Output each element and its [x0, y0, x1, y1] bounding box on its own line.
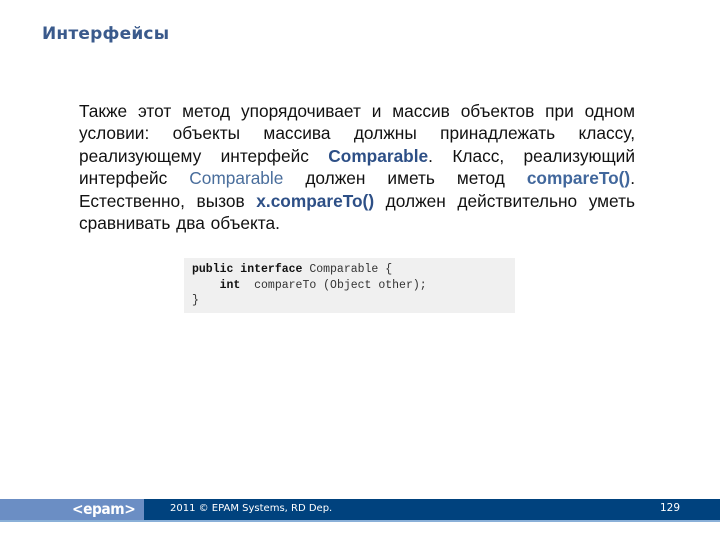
- epam-logo: <epam>: [72, 500, 136, 518]
- code-text: Comparable {: [302, 263, 393, 276]
- page-number: 129: [660, 502, 681, 514]
- highlight-x-compareto: x.compareTo(): [256, 190, 375, 211]
- paragraph-text: должен иметь метод: [283, 168, 527, 189]
- body-paragraph: Также этот метод упорядочивает и массив …: [79, 100, 635, 234]
- code-keyword: int: [219, 278, 241, 292]
- slide-title: Интерфейсы: [42, 24, 170, 44]
- highlight-comparable-bold: Comparable: [328, 145, 429, 166]
- footer-bar: <epam> 2011 © EPAM Systems, RD Dep. 129: [0, 499, 720, 520]
- footer-logo-area: <epam>: [0, 499, 144, 520]
- code-text: compareTo (Object other);: [240, 278, 427, 292]
- highlight-comparable: Comparable: [189, 168, 284, 189]
- copyright-text: 2011 © EPAM Systems, RD Dep.: [170, 503, 333, 514]
- footer-divider: [0, 520, 720, 522]
- code-text: }: [192, 294, 199, 308]
- code-keyword: public interface: [192, 263, 303, 276]
- highlight-compareto: compareTo(): [526, 168, 631, 189]
- code-block: public interface Comparable { int compar…: [184, 258, 515, 313]
